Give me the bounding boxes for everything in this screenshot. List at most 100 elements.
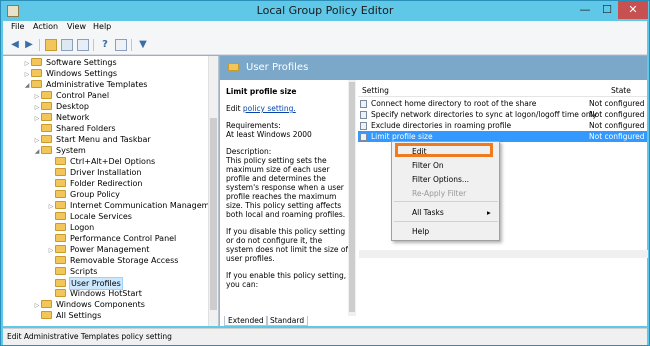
folder-icon [55, 279, 66, 287]
disable-text: If you disable this policy setting or do… [226, 227, 349, 263]
forward-arrow-icon[interactable]: ▶ [23, 39, 35, 51]
menu-bar: File Action View Help [3, 21, 647, 35]
folder-icon [41, 102, 52, 110]
context-filter-on[interactable]: Filter On [412, 161, 444, 170]
tree-item-performance-control-panel[interactable]: Performance Control Panel [47, 233, 177, 244]
tree-item-software-settings[interactable]: ▷ Software Settings [23, 57, 118, 68]
list-horizontal-scrollbar[interactable] [359, 250, 648, 258]
context-reapply-filter: Re-Apply Filter [412, 189, 467, 198]
status-bar: Edit Administrative Templates policy set… [3, 328, 647, 345]
toolbar-separator [131, 39, 132, 51]
tree-item-group-policy[interactable]: Group Policy [47, 189, 121, 200]
folder-icon [41, 311, 52, 319]
edit-highlight-box [395, 143, 493, 157]
tree-scrollbar[interactable] [208, 56, 218, 326]
toolbar: ◀ ▶ ? ▼ [3, 35, 647, 55]
menu-help[interactable]: Help [93, 22, 111, 31]
navigation-tree: ▷ Software Settings ▷ Windows Settings ◢ Ad… [3, 56, 219, 326]
description-panel: Limit profile size Edit policy setting. … [220, 80, 356, 316]
tree-item-power-management[interactable]: ▷ Power Management [47, 244, 150, 255]
tree-item-windows-components[interactable]: ▷ Windows Components [33, 299, 146, 310]
tree-item-locale-services[interactable]: Locale Services [47, 211, 133, 222]
view-icon[interactable] [115, 39, 127, 51]
folder-icon [55, 245, 66, 253]
folder-icon [55, 201, 66, 209]
tree-item-shared-folders[interactable]: Shared Folders [33, 123, 117, 134]
list-item[interactable]: Specify network directories to sync at l… [358, 109, 647, 120]
back-arrow-icon[interactable]: ◀ [9, 39, 21, 51]
tree-item-logon[interactable]: Logon [47, 222, 95, 233]
folder-icon [41, 300, 52, 308]
minimize-button[interactable]: — [574, 1, 596, 19]
folder-icon [55, 179, 66, 187]
menu-view[interactable]: View [67, 22, 86, 31]
toolbar-separator [39, 39, 40, 51]
folder-icon [55, 267, 66, 275]
menu-file[interactable]: File [11, 22, 24, 31]
close-button[interactable]: ✕ [618, 1, 648, 19]
tree-item-all-settings[interactable]: All Settings [33, 310, 102, 321]
edit-line: Edit policy setting. [226, 104, 296, 113]
main-window: Local Group Policy Editor — ☐ ✕ File Act… [0, 0, 650, 346]
title-bar: Local Group Policy Editor — ☐ ✕ [1, 1, 649, 21]
folder-icon [41, 113, 52, 121]
collapse-arrow-icon[interactable]: ◢ [23, 80, 31, 91]
policy-heading: Limit profile size [226, 87, 297, 96]
tree-item-ctrl-alt-del[interactable]: Ctrl+Alt+Del Options [47, 156, 156, 167]
folder-icon [41, 146, 52, 154]
filter-icon[interactable]: ▼ [137, 39, 149, 51]
column-state[interactable]: State [611, 86, 631, 95]
folder-icon [31, 69, 42, 77]
tree-item-system[interactable]: ◢ System [33, 145, 87, 156]
list-header: Setting State [358, 86, 647, 97]
folder-icon [55, 212, 66, 220]
tree-item-internet-communication[interactable]: ▷ Internet Communication Management [47, 200, 218, 211]
up-folder-icon[interactable] [45, 39, 57, 51]
policy-setting-icon [360, 111, 367, 119]
tree-item-windows-hotstart[interactable]: Windows HotStart [47, 288, 143, 299]
context-help[interactable]: Help [412, 227, 429, 236]
menu-action[interactable]: Action [33, 22, 58, 31]
collapse-arrow-icon[interactable]: ◢ [33, 146, 41, 157]
tree-item-user-profiles[interactable]: User Profiles [47, 277, 123, 290]
list-item[interactable]: Connect home directory to root of the sh… [358, 98, 647, 109]
description-scrollbar-thumb[interactable] [349, 82, 355, 312]
folder-icon [228, 63, 239, 71]
tree-item-folder-redirection[interactable]: Folder Redirection [47, 178, 143, 189]
show-hide-tree-icon[interactable] [61, 39, 73, 51]
policy-setting-icon [360, 133, 367, 141]
tab-extended[interactable]: Extended [224, 316, 268, 326]
description-text: Description: This policy setting sets the… [226, 147, 346, 219]
context-separator [394, 201, 498, 202]
tree-item-removable-storage[interactable]: Removable Storage Access [47, 255, 179, 266]
view-tabs: Extended Standard [220, 316, 647, 326]
policy-setting-icon [360, 122, 367, 130]
tree-item-start-menu[interactable]: ▷ Start Menu and Taskbar [33, 134, 152, 145]
enable-text: If you enable this policy setting, you c… [226, 271, 347, 289]
properties-icon[interactable] [77, 39, 89, 51]
description-scrollbar[interactable] [348, 80, 356, 316]
folder-icon [41, 135, 52, 143]
folder-icon [55, 168, 66, 176]
tree-item-driver-installation[interactable]: Driver Installation [47, 167, 142, 178]
tree-item-administrative-templates[interactable]: ◢ Administrative Templates [23, 79, 148, 90]
folder-icon [41, 91, 52, 99]
pane-header: User Profiles [220, 56, 647, 80]
help-icon[interactable]: ? [99, 39, 111, 51]
folder-icon [55, 256, 66, 264]
column-setting[interactable]: Setting [362, 86, 389, 95]
submenu-arrow-icon: ▸ [487, 208, 491, 217]
tree-item-scripts[interactable]: Scripts [47, 266, 98, 277]
tree-item-desktop[interactable]: ▷ Desktop [33, 101, 90, 112]
tree-scrollbar-thumb[interactable] [210, 118, 217, 310]
edit-policy-link[interactable]: policy setting. [243, 104, 296, 113]
tree-item-network[interactable]: ▷ Network [33, 112, 90, 123]
context-filter-options[interactable]: Filter Options... [412, 175, 469, 184]
list-item[interactable]: Exclude directories in roaming profile No… [358, 120, 647, 131]
maximize-button[interactable]: ☐ [596, 1, 618, 19]
tree-item-control-panel[interactable]: ▷ Control Panel [33, 90, 110, 101]
context-all-tasks[interactable]: All Tasks [412, 208, 444, 217]
folder-icon [31, 58, 42, 66]
tree-item-windows-settings[interactable]: ▷ Windows Settings [23, 68, 118, 79]
tab-standard[interactable]: Standard [266, 316, 309, 326]
